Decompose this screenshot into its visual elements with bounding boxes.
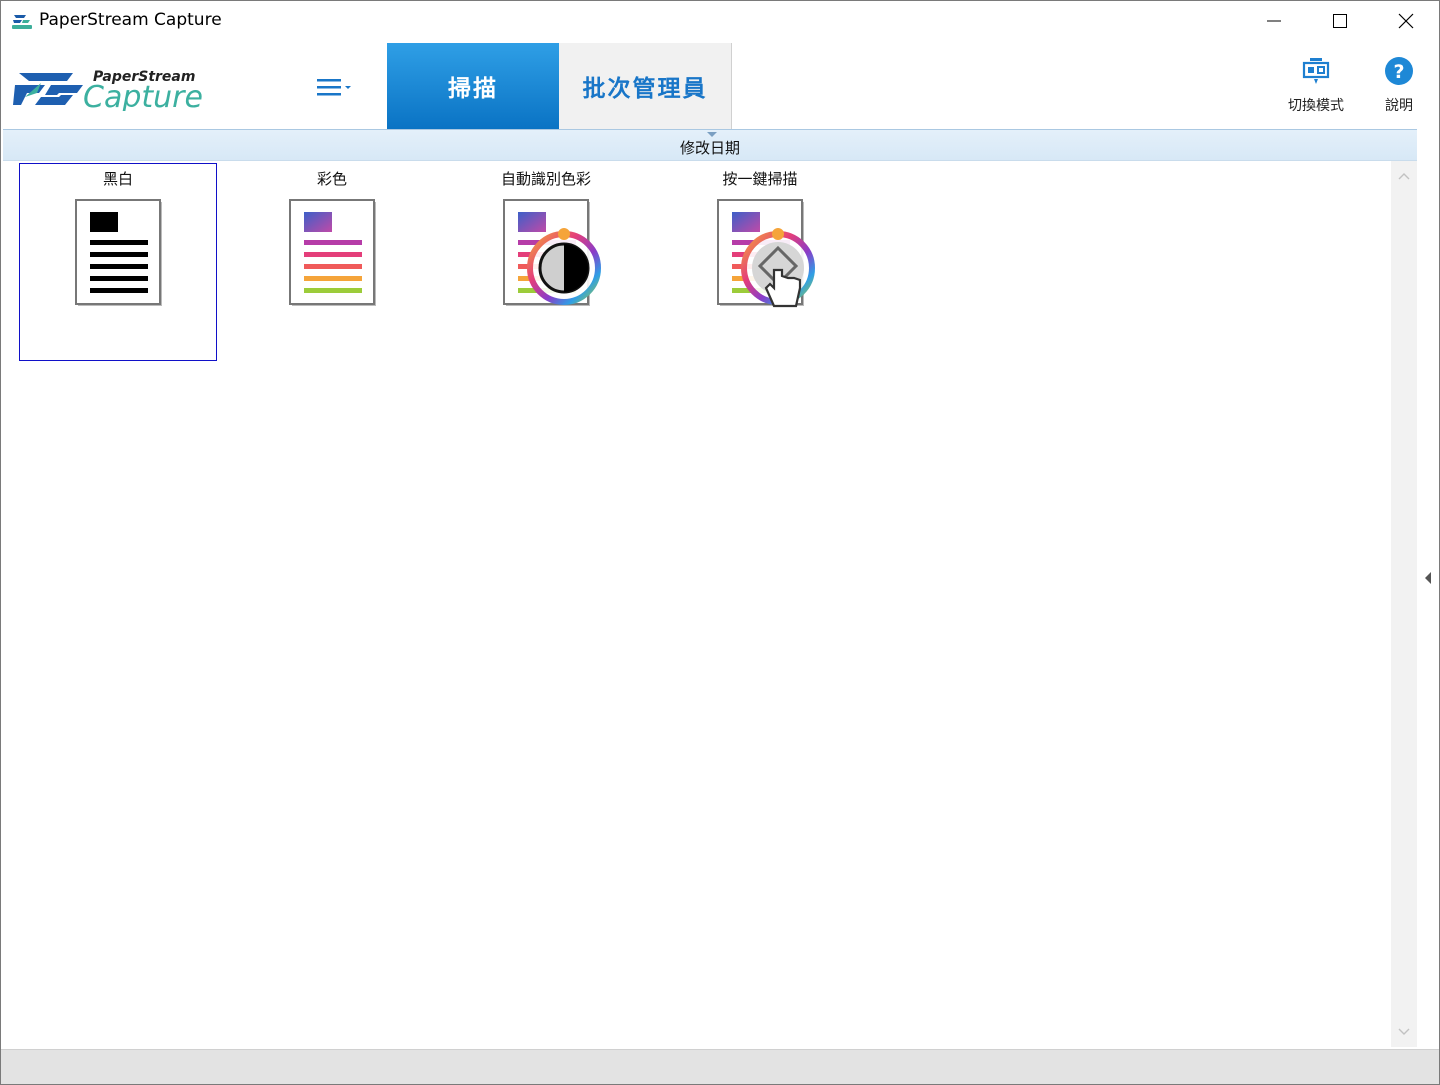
profile-label: 自動識別色彩 (500, 170, 591, 188)
sort-header[interactable]: 修改日期 (3, 129, 1417, 161)
help-button[interactable]: ? 說明 (1375, 55, 1423, 119)
main-toolbar: PaperStream Capture 掃描 批次管理員 切換模式 ? 說明 (1, 41, 1439, 129)
title-bar: PaperStream Capture (1, 1, 1439, 41)
profile-label: 按一鍵掃描 (722, 170, 798, 188)
minimize-button[interactable] (1241, 1, 1307, 41)
profile-tile-color[interactable]: 彩色 (233, 163, 431, 361)
bw-document-icon (75, 199, 162, 306)
close-icon (1398, 13, 1414, 29)
chevron-down-icon (1398, 1028, 1410, 1035)
scroll-up-button[interactable] (1391, 163, 1417, 189)
svg-text:Capture: Capture (83, 80, 203, 111)
window-title: PaperStream Capture (39, 10, 222, 30)
profile-label: 黑白 (102, 170, 133, 188)
one-touch-scan-icon (717, 199, 815, 308)
tab-batch-manager[interactable]: 批次管理員 (559, 43, 732, 129)
hamburger-menu-icon (317, 79, 351, 96)
maximize-icon (1333, 14, 1347, 28)
sort-label: 修改日期 (679, 139, 740, 157)
minimize-icon (1267, 20, 1281, 22)
tab-scan[interactable]: 掃描 (387, 43, 559, 129)
vertical-scrollbar[interactable] (1391, 161, 1417, 1047)
profile-label: 彩色 (316, 170, 347, 188)
scroll-down-button[interactable] (1391, 1019, 1417, 1045)
switch-mode-button[interactable]: 切換模式 (1281, 55, 1351, 119)
auto-color-document-icon (503, 199, 601, 306)
switch-mode-icon (1302, 58, 1330, 84)
profile-tile-auto-color[interactable]: 自動識別色彩 (447, 163, 645, 361)
profile-tile-one-touch-scan[interactable]: 按一鍵掃描 (661, 163, 859, 361)
side-panel-toggle[interactable] (1421, 567, 1435, 589)
profile-tile-bw[interactable]: 黑白 (19, 163, 217, 361)
close-button[interactable] (1373, 1, 1439, 41)
paperstream-logo: PaperStream Capture (13, 69, 203, 111)
profile-list: 黑白 彩色 自動識別色彩 按一鍵掃描 (3, 161, 1391, 1047)
caret-left-icon (1425, 572, 1431, 584)
color-document-icon (289, 199, 376, 306)
svg-text:?: ? (1393, 61, 1404, 83)
help-icon: ? (1385, 57, 1413, 85)
app-icon (12, 15, 32, 29)
help-label: 說明 (1385, 98, 1413, 114)
maximize-button[interactable] (1307, 1, 1373, 41)
app-window: PaperStream Capture PaperStream Capture (0, 0, 1440, 1085)
status-bar (1, 1049, 1439, 1084)
menu-button[interactable] (309, 69, 361, 105)
switch-mode-label: 切換模式 (1288, 98, 1344, 114)
chevron-up-icon (1398, 173, 1410, 180)
